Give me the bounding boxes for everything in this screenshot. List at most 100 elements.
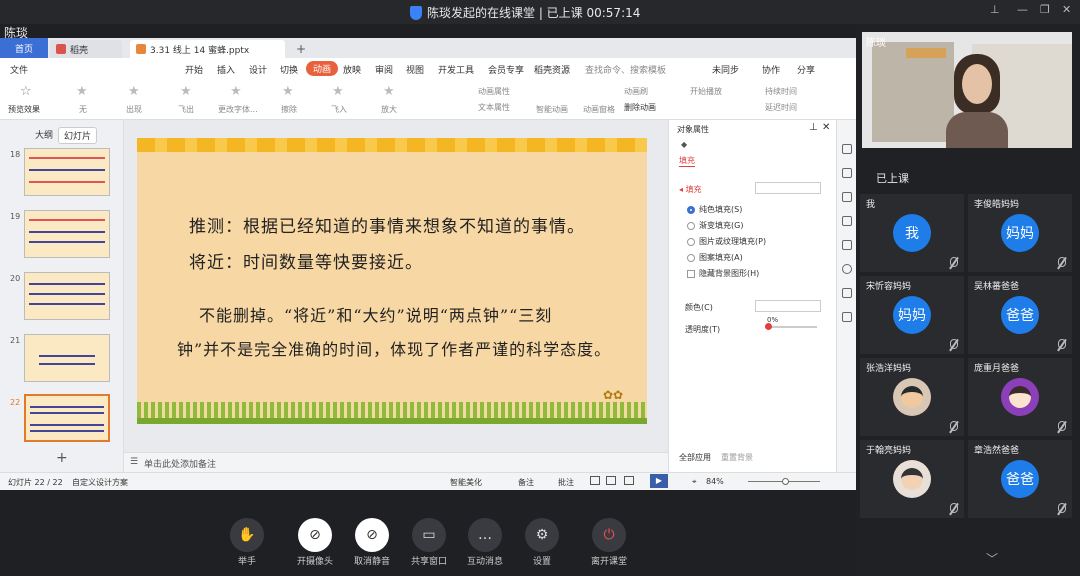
fill-select[interactable]: [755, 182, 821, 194]
notes-bar[interactable]: ☰ 单击此处添加备注: [124, 452, 668, 472]
participant-tile[interactable]: 庞重月爸爸: [968, 358, 1072, 436]
participant-tile[interactable]: 于翰亮妈妈: [860, 440, 964, 518]
layout-icon[interactable]: [842, 240, 852, 250]
design-scheme[interactable]: 自定义设计方案: [72, 477, 128, 488]
participant-tile[interactable]: 李俊皓妈妈 妈妈: [968, 194, 1072, 272]
close-icon[interactable]: ✕: [1062, 3, 1071, 16]
fill-option-pattern[interactable]: 图案填充(A): [687, 252, 743, 263]
menu-design[interactable]: 设计: [249, 63, 267, 76]
menu-member[interactable]: 会员专享: [488, 63, 524, 76]
fill-option-solid[interactable]: 纯色填充(S): [687, 204, 742, 215]
participant-tile[interactable]: 我 我: [860, 194, 964, 272]
start-play-select[interactable]: 开始播放: [690, 86, 722, 97]
menu-animation[interactable]: 动画: [306, 61, 339, 76]
effect-change-font[interactable]: 更改字体...: [218, 104, 258, 115]
pin-icon[interactable]: ⊥: [990, 3, 1000, 16]
slide-thumbnail[interactable]: [24, 334, 110, 382]
pin-icon[interactable]: ⊥: [809, 122, 818, 133]
sorter-view-icon[interactable]: [606, 476, 616, 485]
close-icon[interactable]: ✕: [822, 122, 830, 133]
menu-review[interactable]: 审阅: [375, 63, 393, 76]
tab-slides[interactable]: 幻灯片: [58, 127, 98, 144]
effect-zoom[interactable]: 放大: [381, 104, 397, 115]
copy-icon[interactable]: [842, 216, 852, 226]
tab-pptx-file[interactable]: 3.31 线上 14 蜜蜂.pptx: [130, 40, 285, 58]
notes-placeholder[interactable]: 单击此处添加备注: [144, 457, 216, 470]
menu-transition[interactable]: 切换: [280, 63, 298, 76]
participant-tile[interactable]: 章浩然爸爸 爸爸: [968, 440, 1072, 518]
settings-button[interactable]: ⚙: [525, 518, 559, 552]
star-icon[interactable]: [842, 192, 852, 202]
anim-props-button[interactable]: 动画属性: [478, 86, 510, 97]
delay-field[interactable]: 延迟时间: [765, 102, 797, 113]
apply-all-button[interactable]: 全部应用: [679, 452, 711, 463]
delete-anim-button[interactable]: 删除动画: [624, 102, 656, 113]
leave-class-button[interactable]: ⏻: [592, 518, 626, 552]
normal-view-icon[interactable]: [590, 476, 600, 485]
effect-fly-out[interactable]: 飞出: [178, 104, 194, 115]
tab-outline[interactable]: 大纲: [30, 127, 58, 142]
settings-icon[interactable]: [842, 168, 852, 178]
help-icon[interactable]: [842, 264, 852, 274]
menu-view[interactable]: 视图: [406, 63, 424, 76]
hide-bg-checkbox[interactable]: 隐藏背景图形(H): [687, 268, 759, 279]
sync-status[interactable]: 未同步: [712, 63, 739, 76]
color-select[interactable]: [755, 300, 821, 312]
current-slide[interactable]: 推测：根据已经知道的事情来想象不知道的事情。 将近：时间数量等快要接近。 不能删…: [137, 138, 647, 424]
smart-anim-button[interactable]: 智能动画: [536, 104, 568, 115]
interactive-messages-button[interactable]: …: [468, 518, 502, 552]
text-props-button[interactable]: 文本属性: [478, 102, 510, 113]
slide-thumbnail-current[interactable]: [24, 394, 110, 442]
menu-start[interactable]: 开始: [185, 63, 203, 76]
tab-fill[interactable]: 填充: [679, 155, 695, 167]
collaborate-button[interactable]: 协作: [762, 63, 780, 76]
camera-button[interactable]: ⊘: [298, 518, 332, 552]
anim-brush-button[interactable]: 动画刷: [624, 86, 648, 97]
menu-dev-tools[interactable]: 开发工具: [438, 63, 474, 76]
slide-thumbnail[interactable]: [24, 148, 110, 196]
maximize-icon[interactable]: ❐: [1040, 3, 1050, 16]
fit-icon[interactable]: ⌖: [692, 477, 697, 487]
effect-appear[interactable]: 出现: [126, 104, 142, 115]
participant-tile[interactable]: 张浩洋妈妈: [860, 358, 964, 436]
slide-thumbnail[interactable]: [24, 272, 110, 320]
raise-hand-button[interactable]: ✋: [230, 518, 264, 552]
menu-slideshow[interactable]: 放映: [343, 63, 361, 76]
unmute-button[interactable]: ⊘: [355, 518, 389, 552]
effect-none[interactable]: 无: [79, 104, 87, 115]
reading-view-icon[interactable]: [624, 476, 634, 485]
preview-effect-button[interactable]: 预览效果: [8, 104, 40, 115]
participant-tile[interactable]: 吴林蕃爸爸 爸爸: [968, 276, 1072, 354]
play-slideshow-icon[interactable]: ▶: [650, 474, 668, 488]
fill-option-picture[interactable]: 图片或纹理填充(P): [687, 236, 766, 247]
participant-tile[interactable]: 宋忻容妈妈 妈妈: [860, 276, 964, 354]
properties-icon[interactable]: [842, 144, 852, 154]
transparency-slider[interactable]: [765, 323, 817, 330]
effect-wipe[interactable]: 擦除: [281, 104, 297, 115]
location-icon[interactable]: [842, 312, 852, 322]
comment-toggle[interactable]: 批注: [558, 477, 574, 488]
fill-option-gradient[interactable]: 渐变填充(G): [687, 220, 743, 231]
tab-home[interactable]: 首页: [0, 38, 48, 58]
minimize-icon[interactable]: —: [1017, 3, 1028, 16]
command-search[interactable]: 查找命令、搜索模板: [585, 63, 666, 76]
chevron-down-icon[interactable]: ﹀: [986, 550, 998, 567]
reset-bg-button[interactable]: 重置背景: [721, 452, 753, 463]
slide-thumbnail[interactable]: [24, 210, 110, 258]
duration-field[interactable]: 持续时间: [765, 86, 797, 97]
zoom-slider[interactable]: [748, 478, 820, 485]
host-video[interactable]: 陈琰: [862, 32, 1072, 148]
menu-docer-resources[interactable]: 稻壳资源: [534, 63, 570, 76]
notes-toggle[interactable]: 备注: [518, 477, 534, 488]
new-tab-button[interactable]: +: [290, 40, 312, 58]
anim-pane-button[interactable]: 动画窗格: [583, 104, 615, 115]
share-window-button[interactable]: ▭: [412, 518, 446, 552]
menu-file[interactable]: 文件: [10, 63, 28, 76]
add-slide-button[interactable]: +: [56, 450, 68, 466]
slides-icon[interactable]: [842, 288, 852, 298]
menu-insert[interactable]: 插入: [217, 63, 235, 76]
tab-draft[interactable]: 稻壳: [50, 40, 122, 58]
share-button[interactable]: 分享: [797, 63, 815, 76]
smart-beautify-button[interactable]: 智能美化: [450, 477, 482, 488]
effect-fly-in[interactable]: 飞入: [331, 104, 347, 115]
